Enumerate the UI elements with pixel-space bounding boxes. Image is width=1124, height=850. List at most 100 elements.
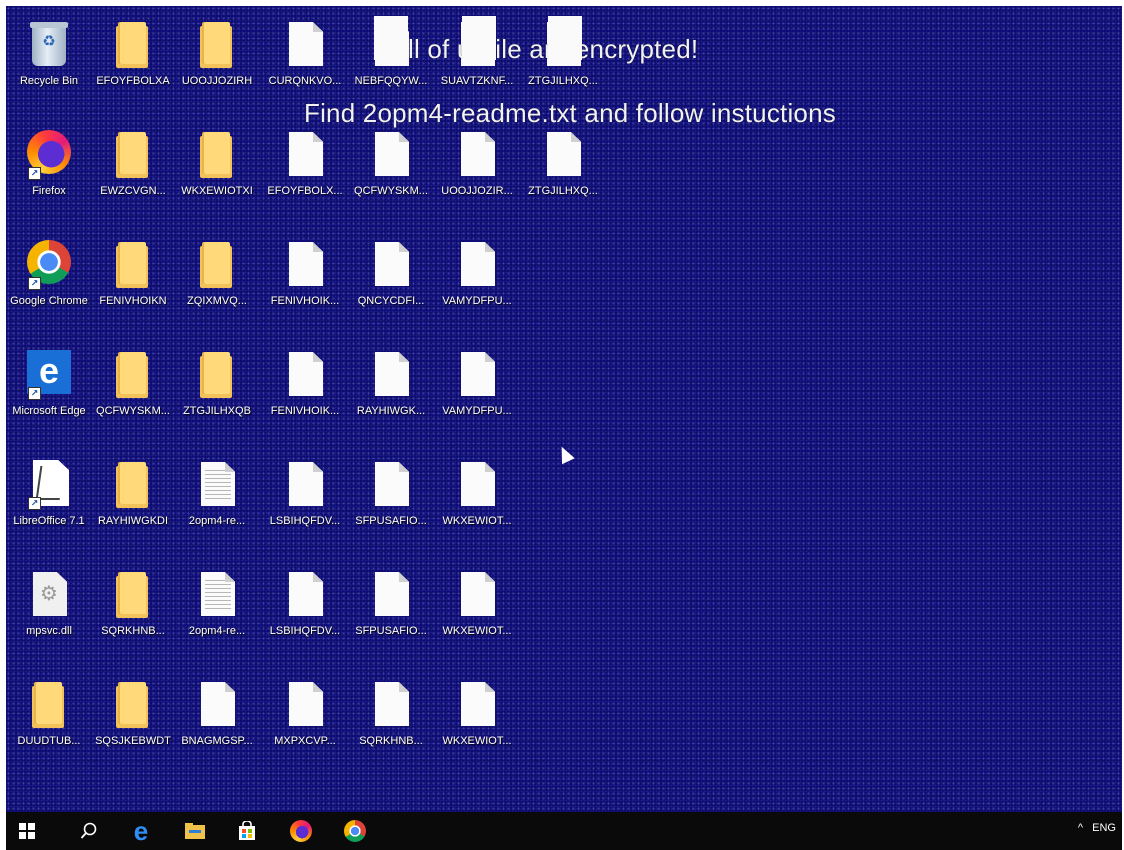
shortcut-arrow-icon: ↗ bbox=[28, 277, 41, 290]
start-button[interactable] bbox=[12, 816, 42, 846]
desktop-folder[interactable]: WKXEWIOTXI bbox=[174, 122, 260, 226]
search-button[interactable] bbox=[74, 816, 104, 846]
file-icon bbox=[364, 458, 418, 510]
desktop-file[interactable]: WKXEWIOT... bbox=[434, 452, 520, 556]
desktop-file[interactable]: SQRKHNB... bbox=[348, 672, 434, 776]
file-icon bbox=[278, 348, 332, 400]
desktop-icon-label: VAMYDFPU... bbox=[442, 295, 512, 307]
desktop-file[interactable]: RAYHIWGK... bbox=[348, 342, 434, 446]
desktop-file[interactable]: VAMYDFPU... bbox=[434, 232, 520, 336]
folder-icon bbox=[190, 348, 244, 400]
recycle-bin-icon: ♻ bbox=[30, 22, 68, 66]
desktop-icon-label: UOOJJOZIRH bbox=[181, 75, 253, 87]
desktop-icon-label: VAMYDFPU... bbox=[442, 405, 512, 417]
desktop-folder[interactable]: QCFWYSKM... bbox=[90, 342, 176, 446]
desktop-folder[interactable]: SQRKHNB... bbox=[90, 562, 176, 666]
desktop-icon-label: Google Chrome bbox=[10, 295, 88, 307]
desktop-file[interactable]: QCFWYSKM... bbox=[348, 122, 434, 226]
shortcut-arrow-icon: ↗ bbox=[28, 167, 41, 180]
system-tray: ^ ENG bbox=[1078, 822, 1122, 834]
desktop-icon-label: ZTGJILHXQB bbox=[183, 405, 251, 417]
microsoft-edge-shortcut[interactable]: e ↗ Microsoft Edge bbox=[6, 342, 92, 446]
desktop-folder[interactable]: RAYHIWGKDI bbox=[90, 452, 176, 556]
desktop-icon-label: QCFWYSKM... bbox=[354, 185, 428, 197]
desktop-icon-label: QCFWYSKM... bbox=[96, 405, 170, 417]
recycle-bin-icon-item[interactable]: ♻ Recycle Bin bbox=[6, 12, 92, 116]
desktop-icon-label: EFOYFBOLXA bbox=[96, 75, 170, 87]
file-icon bbox=[278, 678, 332, 730]
file-icon bbox=[278, 458, 332, 510]
folder-icon bbox=[106, 458, 160, 510]
folder-icon bbox=[106, 238, 160, 290]
desktop-folder[interactable]: ZTGJILHXQB bbox=[174, 342, 260, 446]
desktop-file[interactable]: UOOJJOZIR... bbox=[434, 122, 520, 226]
windows-start-icon bbox=[19, 823, 35, 839]
desktop-folder[interactable]: UOOJJOZIRH bbox=[174, 12, 260, 116]
desktop-folder[interactable]: FENIVHOIKN bbox=[90, 232, 176, 336]
desktop-icon-label: Recycle Bin bbox=[19, 75, 79, 87]
taskbar-chrome-button[interactable] bbox=[340, 816, 370, 846]
desktop-file[interactable]: SFPUSAFIO... bbox=[348, 452, 434, 556]
desktop-icon-label: FENIVHOIK... bbox=[270, 295, 340, 307]
desktop-icon-label: WKXEWIOTXI bbox=[181, 185, 253, 197]
desktop-folder[interactable]: SQSJKEBWDT bbox=[90, 672, 176, 776]
desktop-file[interactable]: ZTGJILHXQ... bbox=[520, 122, 606, 226]
desktop-file[interactable]: WKXEWIOT... bbox=[434, 672, 520, 776]
desktop-file[interactable]: BNAGMGSP... bbox=[174, 672, 260, 776]
desktop-file[interactable]: LSBIHQFDV... bbox=[262, 452, 348, 556]
file-icon bbox=[190, 678, 244, 730]
desktop-icon-label: SQRKHNB... bbox=[359, 735, 423, 747]
taskbar-firefox-button[interactable] bbox=[286, 816, 316, 846]
firefox-shortcut[interactable]: ↗ Firefox bbox=[6, 122, 92, 226]
file-icon bbox=[450, 568, 504, 620]
language-indicator[interactable]: ENG bbox=[1092, 822, 1116, 834]
desktop-icon-label: LibreOffice 7.1 bbox=[13, 515, 85, 527]
desktop-file[interactable]: SFPUSAFIO... bbox=[348, 562, 434, 666]
mouse-cursor-icon bbox=[555, 443, 575, 465]
file-explorer-icon bbox=[185, 823, 205, 839]
desktop-icon-label: CURQNKVO... bbox=[268, 75, 342, 87]
desktop-file[interactable]: FENIVHOIK... bbox=[262, 342, 348, 446]
desktop-file[interactable]: VAMYDFPU... bbox=[434, 342, 520, 446]
desktop-file[interactable]: EFOYFBOLX... bbox=[262, 122, 348, 226]
file-icon bbox=[536, 128, 590, 180]
desktop-folder[interactable]: ZQIXMVQ... bbox=[174, 232, 260, 336]
desktop-folder[interactable]: EFOYFBOLXA bbox=[90, 12, 176, 116]
folder-icon bbox=[190, 18, 244, 70]
desktop-file[interactable]: QNCYCDFI... bbox=[348, 232, 434, 336]
libreoffice-shortcut[interactable]: ↗ LibreOffice 7.1 bbox=[6, 452, 92, 556]
desktop-file[interactable]: FENIVHOIK... bbox=[262, 232, 348, 336]
desktop-icon-label: SFPUSAFIO... bbox=[355, 515, 427, 527]
desktop-file[interactable]: LSBIHQFDV... bbox=[262, 562, 348, 666]
taskbar-store-button[interactable] bbox=[232, 816, 262, 846]
desktop-folder[interactable]: EWZCVGN... bbox=[90, 122, 176, 226]
recycle-symbol-icon: ♻ bbox=[42, 33, 56, 50]
readme-text-file[interactable]: 2opm4-re... bbox=[174, 562, 260, 666]
file-icon bbox=[278, 568, 332, 620]
desktop-icon-label: NEBFQQYW... bbox=[354, 75, 428, 87]
desktop-icon-label: Firefox bbox=[32, 185, 66, 197]
file-overlay-tile bbox=[462, 16, 496, 60]
folder-icon bbox=[190, 238, 244, 290]
google-chrome-shortcut[interactable]: ↗ Google Chrome bbox=[6, 232, 92, 336]
desktop-file[interactable]: WKXEWIOT... bbox=[434, 562, 520, 666]
text-file-icon bbox=[190, 568, 244, 620]
desktop[interactable]: ♻ Recycle Bin EFOYFBOLXA UOOJJOZIRH CURQ… bbox=[6, 6, 1122, 812]
dll-file[interactable]: ⚙ mpsvc.dll bbox=[6, 562, 92, 666]
file-icon bbox=[278, 238, 332, 290]
desktop-folder[interactable]: DUUDTUB... bbox=[6, 672, 92, 776]
desktop-icon-label: WKXEWIOT... bbox=[442, 515, 512, 527]
file-icon bbox=[450, 128, 504, 180]
desktop-icon-label: BNAGMGSP... bbox=[181, 735, 253, 747]
tray-chevron-up-icon[interactable]: ^ bbox=[1078, 822, 1083, 834]
readme-text-file[interactable]: 2opm4-re... bbox=[174, 452, 260, 556]
shortcut-arrow-icon: ↗ bbox=[28, 497, 41, 510]
folder-icon bbox=[106, 568, 160, 620]
taskbar-file-explorer-button[interactable] bbox=[180, 816, 210, 846]
desktop-icon-label: WKXEWIOT... bbox=[442, 735, 512, 747]
taskbar-edge-button[interactable]: e bbox=[126, 816, 156, 846]
desktop-file[interactable]: MXPXCVP... bbox=[262, 672, 348, 776]
file-icon bbox=[278, 128, 332, 180]
desktop-icon-label: SQSJKEBWDT bbox=[95, 735, 171, 747]
desktop-icon-label: SUAVTZKNF... bbox=[440, 75, 514, 87]
